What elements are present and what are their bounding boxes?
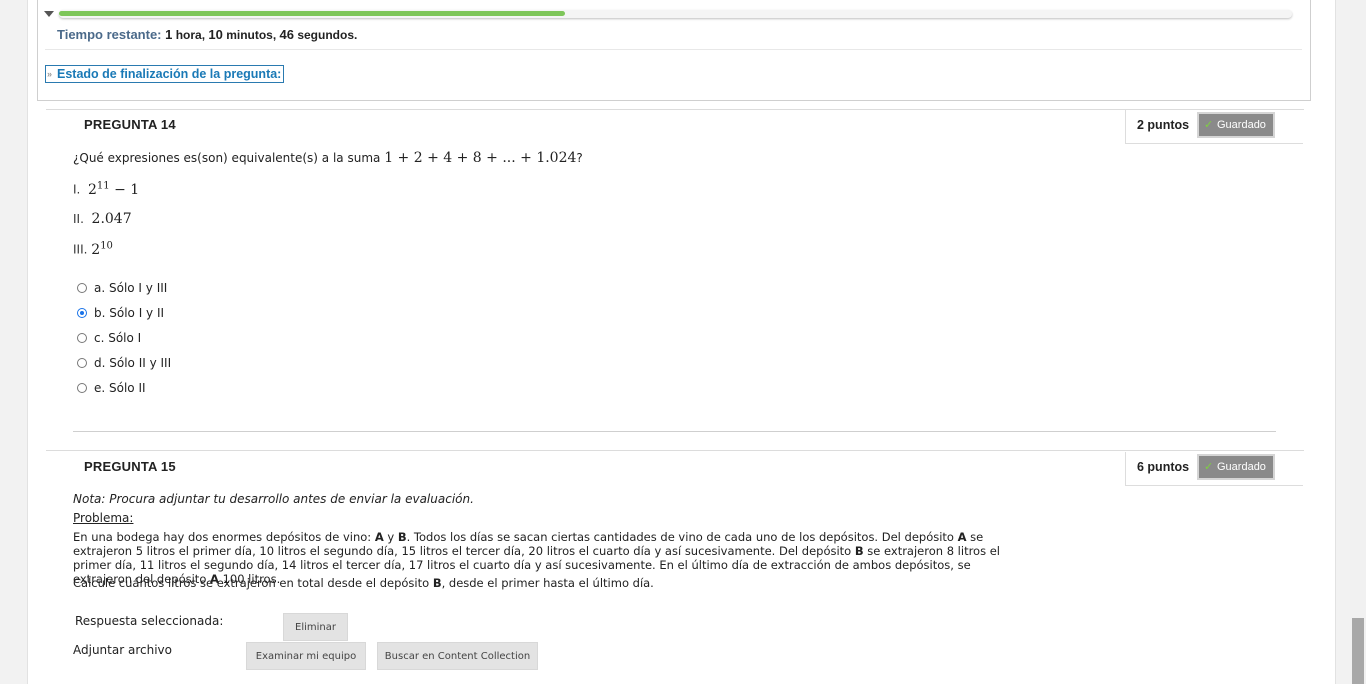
option-d-label[interactable]: d. Sólo II y III — [94, 356, 171, 370]
right-margin — [1336, 0, 1350, 684]
time-progress-bar — [59, 10, 1292, 18]
option-c-radio[interactable] — [77, 333, 87, 343]
timer-divider — [45, 49, 1302, 50]
time-remaining-label: Tiempo restante: — [57, 27, 162, 42]
completion-status-label: Estado de finalización de la pregunta: — [57, 67, 282, 81]
question-14-points-box: 2 puntos ✓ Guardado — [1125, 110, 1303, 144]
left-margin-border — [27, 0, 28, 684]
statement-2: II. 2.047 — [73, 211, 132, 227]
question-14-top-border — [46, 109, 1304, 110]
time-remaining-value: 1 hora, 10 minutos, 46 segundos. — [165, 27, 358, 42]
question-15-note: Nota: Procura adjuntar tu desarrollo ant… — [73, 492, 474, 506]
right-margin-border — [1335, 0, 1336, 684]
content-collection-button[interactable]: Buscar en Content Collection — [377, 642, 538, 670]
question-14-title: PREGUNTA 14 — [84, 117, 176, 132]
problem-question: Calcule cuántos litros se extrajeron en … — [73, 576, 654, 590]
time-remaining: Tiempo restante: 1 hora, 10 minutos, 46 … — [57, 27, 357, 42]
completion-status-toggle[interactable]: » Estado de finalización de la pregunta: — [45, 65, 285, 83]
statement-3: III. 210 — [73, 240, 113, 258]
question-14-saved-badge: ✓ Guardado — [1197, 112, 1275, 138]
question-15-points: 6 puntos — [1137, 460, 1190, 474]
option-a-radio[interactable] — [77, 283, 87, 293]
question-15-top-border — [46, 450, 1304, 451]
statement-1: I. 211 − 1 — [73, 180, 140, 198]
question-15-saved-badge: ✓ Guardado — [1197, 454, 1275, 480]
question-15-title: PREGUNTA 15 — [84, 459, 176, 474]
attach-file-label: Adjuntar archivo — [73, 643, 172, 657]
option-c-label[interactable]: c. Sólo I — [94, 331, 141, 345]
check-icon: ✓ — [1204, 461, 1214, 473]
left-margin — [0, 0, 27, 684]
double-chevron-down-icon: » — [47, 69, 53, 79]
option-d-radio[interactable] — [77, 358, 87, 368]
page-scrollbar[interactable] — [1350, 0, 1366, 684]
question-15-points-box: 6 puntos ✓ Guardado — [1125, 452, 1303, 486]
time-progress-fill — [59, 11, 565, 16]
question-divider — [73, 431, 1276, 432]
option-b-radio[interactable] — [77, 308, 87, 318]
scrollbar-thumb[interactable] — [1352, 618, 1364, 684]
question-14-points: 2 puntos — [1137, 118, 1190, 132]
check-icon: ✓ — [1204, 119, 1214, 131]
question-14-prompt: ¿Qué expresiones es(son) equivalente(s) … — [73, 150, 583, 166]
remove-button[interactable]: Eliminar — [283, 613, 348, 641]
option-a-label[interactable]: a. Sólo I y III — [94, 281, 167, 295]
browse-computer-button[interactable]: Examinar mi equipo — [246, 642, 366, 670]
option-e-radio[interactable] — [77, 383, 87, 393]
problem-heading: Problema: — [73, 511, 134, 525]
selected-answer-label: Respuesta seleccionada: — [75, 614, 224, 628]
option-b-label[interactable]: b. Sólo I y II — [94, 306, 164, 320]
collapse-arrow-icon[interactable] — [44, 11, 54, 17]
option-e-label[interactable]: e. Sólo II — [94, 381, 146, 395]
